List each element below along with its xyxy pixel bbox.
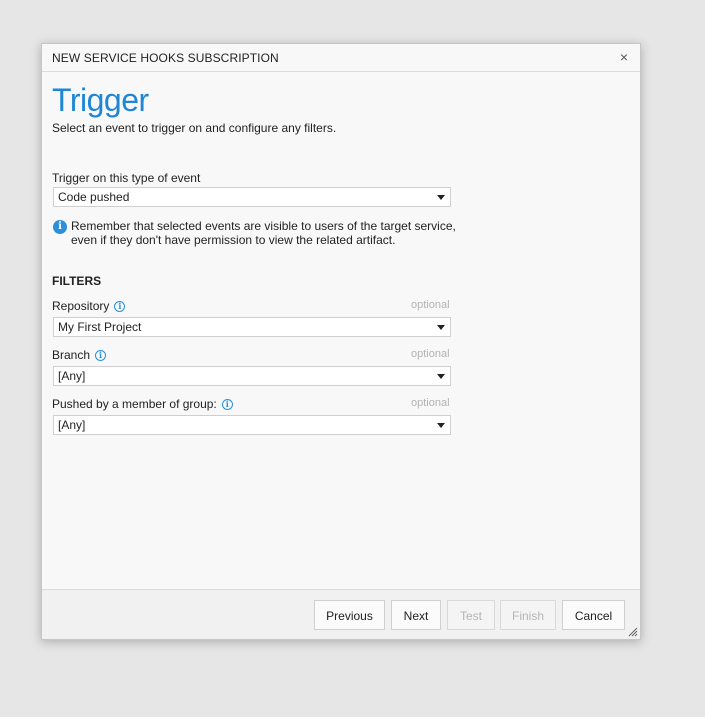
repository-select[interactable]: My First Project <box>53 317 451 337</box>
previous-button[interactable]: Previous <box>314 600 385 630</box>
cancel-button[interactable]: Cancel <box>562 600 625 630</box>
branch-value: [Any] <box>58 369 86 383</box>
info-icon: i <box>53 220 67 234</box>
filters-section-title: FILTERS <box>52 274 102 288</box>
repository-label-text: Repository <box>52 299 110 313</box>
pushed-by-group-value: [Any] <box>58 418 86 432</box>
page-title: Trigger <box>52 82 149 118</box>
info-icon[interactable]: i <box>114 300 126 312</box>
repository-optional-hint: optional <box>411 299 450 311</box>
dialog-footer: Previous Next Test Finish Cancel <box>42 589 640 639</box>
chevron-down-icon <box>437 423 445 428</box>
trigger-event-label-text: Trigger on this type of event <box>52 171 201 185</box>
chevron-down-icon <box>437 374 445 379</box>
repository-label: Repository i <box>52 299 126 313</box>
branch-label: Branch i <box>52 348 107 362</box>
trigger-event-label: Trigger on this type of event <box>52 171 200 185</box>
next-button[interactable]: Next <box>391 600 441 630</box>
service-hooks-dialog: NEW SERVICE HOOKS SUBSCRIPTION × Trigger… <box>41 43 641 640</box>
pushed-by-group-select[interactable]: [Any] <box>53 415 451 435</box>
pushed-by-group-label-text: Pushed by a member of group: <box>52 397 217 411</box>
chevron-down-icon <box>437 325 445 330</box>
pushed-by-group-optional-hint: optional <box>411 397 450 409</box>
branch-select[interactable]: [Any] <box>53 366 451 386</box>
branch-label-text: Branch <box>52 348 91 362</box>
finish-button[interactable]: Finish <box>500 600 556 630</box>
test-button[interactable]: Test <box>447 600 495 630</box>
repository-value: My First Project <box>58 320 142 334</box>
info-icon[interactable]: i <box>95 349 107 361</box>
pushed-by-group-label: Pushed by a member of group: i <box>52 397 233 411</box>
page-subtitle: Select an event to trigger on and config… <box>52 121 337 135</box>
dialog-titlebar[interactable]: NEW SERVICE HOOKS SUBSCRIPTION × <box>42 44 640 72</box>
info-icon[interactable]: i <box>221 398 233 410</box>
trigger-event-value: Code pushed <box>58 190 130 204</box>
branch-optional-hint: optional <box>411 348 450 360</box>
resize-grip-icon[interactable] <box>628 627 638 637</box>
chevron-down-icon <box>437 195 445 200</box>
trigger-event-select[interactable]: Code pushed <box>53 187 451 207</box>
close-icon[interactable]: × <box>617 49 631 65</box>
dialog-title: NEW SERVICE HOOKS SUBSCRIPTION <box>52 51 279 65</box>
visibility-notice-text: Remember that selected events are visibl… <box>71 219 456 247</box>
